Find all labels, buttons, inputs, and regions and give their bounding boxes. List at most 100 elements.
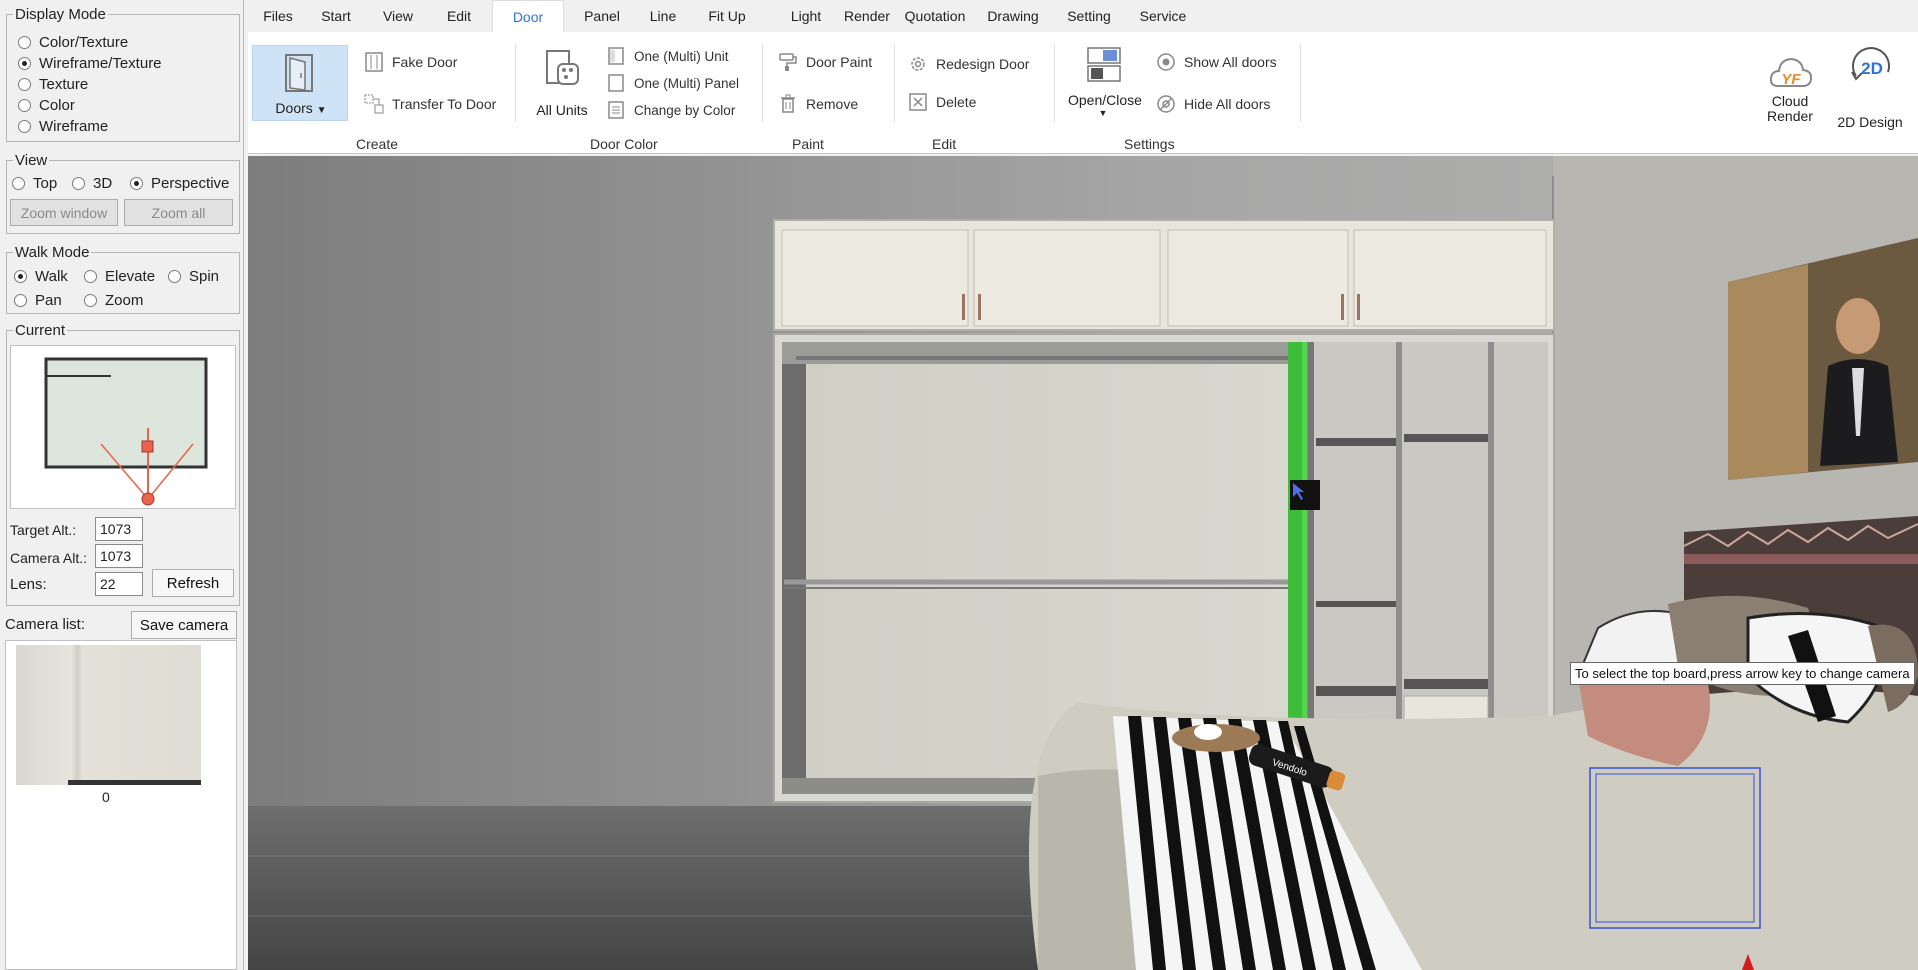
unit-icon bbox=[606, 46, 626, 66]
tab-door[interactable]: Door bbox=[492, 0, 564, 32]
eye-off-icon bbox=[1156, 94, 1176, 114]
3d-viewport[interactable]: Vendolo To select the top board,press ar… bbox=[248, 156, 1918, 970]
tab-view[interactable]: View bbox=[372, 0, 424, 32]
radio-icon bbox=[18, 36, 31, 49]
radio-icon bbox=[168, 270, 181, 283]
display-mode-wireframe-texture[interactable]: Wireframe/Texture bbox=[18, 55, 162, 72]
tab-edit[interactable]: Edit bbox=[434, 0, 484, 32]
hide-all-doors-label: Hide All doors bbox=[1184, 96, 1271, 112]
eye-icon bbox=[1156, 52, 1176, 72]
view-top[interactable]: Top bbox=[12, 175, 57, 192]
camera-alt-label: Camera Alt.: bbox=[10, 550, 88, 566]
tab-quotation[interactable]: Quotation bbox=[898, 0, 972, 32]
display-mode-texture[interactable]: Texture bbox=[18, 76, 88, 93]
remove-paint-button[interactable]: Remove bbox=[778, 94, 858, 114]
tab-start[interactable]: Start bbox=[310, 0, 362, 32]
one-multi-panel-button[interactable]: One (Multi) Panel bbox=[606, 73, 739, 93]
current-legend: Current bbox=[15, 322, 66, 339]
radio-icon bbox=[18, 78, 31, 91]
design-2d-button[interactable]: 2D 2D Design bbox=[1828, 46, 1912, 130]
tab-line[interactable]: Line bbox=[638, 0, 688, 32]
walk-mode-walk[interactable]: Walk bbox=[14, 268, 68, 285]
camera-minimap[interactable] bbox=[10, 345, 236, 509]
tab-render[interactable]: Render bbox=[834, 0, 900, 32]
redesign-door-button[interactable]: Redesign Door bbox=[908, 54, 1029, 74]
doors-button[interactable]: Doors ▼ bbox=[252, 45, 348, 121]
radio-icon bbox=[72, 177, 85, 190]
settings-group-label: Settings bbox=[1124, 136, 1175, 152]
refresh-button[interactable]: Refresh bbox=[152, 569, 234, 597]
walk-mode-pan[interactable]: Pan bbox=[14, 292, 62, 309]
cloud-render-button[interactable]: YF Cloud Render bbox=[1754, 52, 1826, 136]
transfer-to-door-button[interactable]: Transfer To Door bbox=[364, 94, 496, 114]
trash-icon bbox=[778, 94, 798, 114]
tab-light[interactable]: Light bbox=[778, 0, 834, 32]
radio-selected-icon bbox=[14, 270, 27, 283]
fake-door-icon bbox=[364, 52, 384, 72]
open-close-button[interactable]: Open/Close ▼ bbox=[1068, 46, 1142, 130]
tab-files[interactable]: Files bbox=[252, 0, 304, 32]
display-mode-color-texture[interactable]: Color/Texture bbox=[18, 34, 128, 51]
lens-label: Lens: bbox=[10, 576, 47, 593]
design-2d-icon: 2D bbox=[1851, 47, 1890, 81]
all-units-label: All Units bbox=[536, 102, 588, 118]
view-3d[interactable]: 3D bbox=[72, 175, 112, 192]
fake-door-button[interactable]: Fake Door bbox=[364, 52, 457, 72]
paint-group-label: Paint bbox=[792, 136, 824, 152]
door-paint-button[interactable]: Door Paint bbox=[778, 52, 872, 72]
change-by-color-button[interactable]: Change by Color bbox=[606, 100, 735, 120]
walk-mode-legend: Walk Mode bbox=[15, 244, 90, 261]
save-camera-button[interactable]: Save camera bbox=[131, 611, 237, 639]
cloud-icon: YF bbox=[1769, 57, 1813, 88]
ribbon-separator bbox=[762, 44, 763, 122]
create-group-label: Create bbox=[356, 136, 399, 152]
left-panel: Display Mode Color/Texture Wireframe/Tex… bbox=[0, 0, 244, 970]
fake-door-label: Fake Door bbox=[392, 54, 458, 70]
radio-icon bbox=[18, 120, 31, 133]
remove-label: Remove bbox=[806, 96, 859, 112]
tab-service[interactable]: Service bbox=[1130, 0, 1196, 32]
one-multi-unit-label: One (Multi) Unit bbox=[634, 48, 729, 64]
camera-thumbnail[interactable] bbox=[16, 645, 201, 785]
camera-list[interactable]: 0 bbox=[5, 640, 237, 970]
tab-fit-up[interactable]: Fit Up bbox=[694, 0, 760, 32]
tab-setting[interactable]: Setting bbox=[1056, 0, 1122, 32]
door-paint-label: Door Paint bbox=[806, 54, 873, 70]
walk-mode-elevate[interactable]: Elevate bbox=[84, 268, 155, 285]
panel-icon bbox=[606, 73, 626, 93]
camera-alt-input[interactable]: 1073 bbox=[95, 544, 143, 568]
target-alt-label: Target Alt.: bbox=[10, 522, 77, 538]
show-all-doors-button[interactable]: Show All doors bbox=[1156, 52, 1277, 72]
zoom-window-button[interactable]: Zoom window bbox=[10, 199, 118, 226]
display-mode-wireframe[interactable]: Wireframe bbox=[18, 118, 108, 135]
delete-icon bbox=[908, 92, 928, 112]
tab-panel[interactable]: Panel bbox=[572, 0, 632, 32]
cloud-render-label-1: Cloud bbox=[1771, 93, 1809, 109]
view-legend: View bbox=[15, 152, 48, 169]
gear-icon bbox=[908, 54, 928, 74]
open-close-label: Open/Close bbox=[1068, 92, 1142, 108]
walk-mode-zoom[interactable]: Zoom bbox=[84, 292, 143, 309]
change-by-color-label: Change by Color bbox=[634, 102, 736, 118]
3d-scene: Vendolo bbox=[248, 156, 1918, 970]
delete-button[interactable]: Delete bbox=[908, 92, 976, 112]
target-alt-input[interactable]: 1073 bbox=[95, 517, 143, 541]
walk-mode-spin[interactable]: Spin bbox=[168, 268, 219, 285]
hide-all-doors-button[interactable]: Hide All doors bbox=[1156, 94, 1270, 114]
tab-drawing[interactable]: Drawing bbox=[978, 0, 1048, 32]
thumbnail-shelf bbox=[68, 780, 201, 785]
camera-thumb-caption: 0 bbox=[102, 789, 110, 805]
ribbon-separator bbox=[1300, 44, 1301, 122]
radio-selected-icon bbox=[130, 177, 143, 190]
lens-input[interactable]: 22 bbox=[95, 572, 143, 596]
radio-icon bbox=[18, 99, 31, 112]
display-mode-color[interactable]: Color bbox=[18, 97, 75, 114]
door-icon bbox=[285, 54, 313, 92]
view-perspective[interactable]: Perspective bbox=[130, 175, 229, 192]
zoom-all-button[interactable]: Zoom all bbox=[124, 199, 233, 226]
camera-minimap-drawing bbox=[44, 357, 208, 506]
display-mode-legend: Display Mode bbox=[15, 6, 106, 23]
one-multi-unit-button[interactable]: One (Multi) Unit bbox=[606, 46, 729, 66]
caret-down-icon: ▼ bbox=[1098, 108, 1108, 118]
all-units-button[interactable]: All Units bbox=[528, 48, 596, 124]
